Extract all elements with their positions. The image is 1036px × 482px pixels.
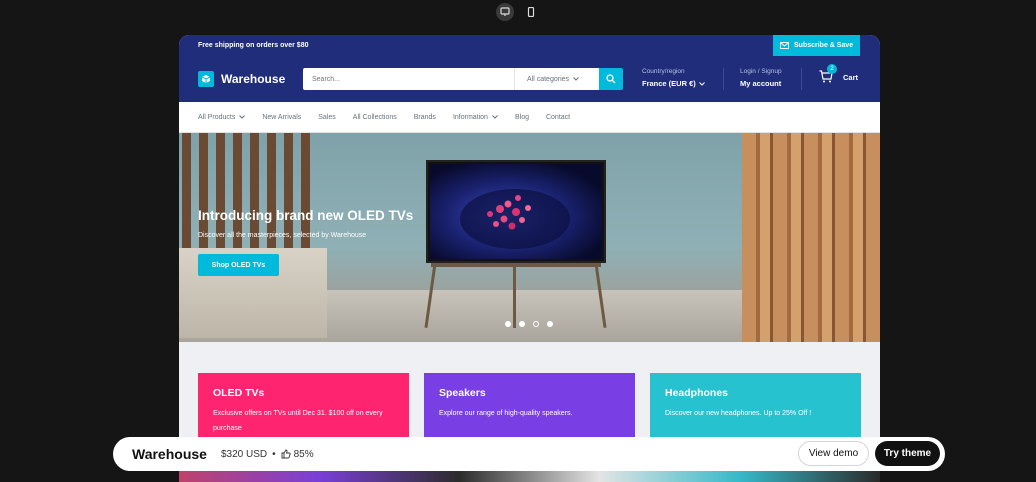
nav-item-contact[interactable]: Contact	[546, 114, 570, 121]
nav-item-brands[interactable]: Brands	[414, 114, 436, 121]
nav-label: Information	[452, 113, 488, 121]
shop-oled-button[interactable]: Shop OLED TVs	[198, 254, 279, 276]
theme-rating: 85%	[281, 449, 314, 460]
search-input[interactable]	[303, 68, 514, 90]
chevron-down-icon	[573, 77, 579, 81]
separator: •	[272, 448, 276, 460]
card-title: Headphones	[665, 387, 729, 399]
chevron-down-icon	[492, 115, 498, 119]
cart-count-badge: 2	[827, 64, 837, 74]
site-header: Warehouse All categories Country/region …	[179, 56, 880, 102]
card-description: Explore our range of high-quality speake…	[439, 410, 573, 417]
nav-label: Brands	[413, 113, 436, 121]
search-bar: All categories	[303, 68, 623, 90]
nav-label: All Products	[198, 113, 236, 121]
login-label: Login / Signup	[740, 68, 782, 75]
country-value: France (EUR €)	[642, 79, 696, 88]
slide-dot-active[interactable]	[533, 321, 539, 327]
chevron-down-icon	[239, 115, 246, 119]
nav-label: Sales	[318, 113, 336, 121]
nav-label: Blog	[514, 113, 529, 121]
preview-bottom-strip	[179, 471, 880, 482]
card-title: Speakers	[439, 387, 486, 399]
tv-image	[426, 160, 606, 263]
slideshow-dots	[505, 321, 553, 327]
header-divider	[723, 68, 724, 90]
hero-slideshow: Introducing brand new OLED TVs Discover …	[179, 133, 880, 342]
nav-label: All Collections	[352, 113, 397, 121]
tv-stand-leg	[513, 263, 516, 328]
header-divider	[801, 68, 802, 90]
nav-item-new-arrivals[interactable]: New Arrivals	[262, 114, 301, 121]
main-nav: All Products New Arrivals Sales All Coll…	[179, 102, 880, 133]
nav-label: Contact	[545, 113, 571, 121]
logo[interactable]: Warehouse	[198, 71, 285, 87]
subscribe-label: Subscribe & Save	[794, 42, 854, 49]
mail-icon	[780, 42, 789, 49]
nav-item-sales[interactable]: Sales	[318, 114, 336, 121]
try-theme-button[interactable]: Try theme	[875, 441, 940, 466]
monitor-icon	[500, 7, 510, 16]
card-title: OLED TVs	[213, 387, 265, 399]
view-demo-button[interactable]: View demo	[798, 441, 869, 466]
account-label: My account	[740, 79, 782, 88]
category-select[interactable]: All categories	[514, 68, 599, 90]
slide-dot[interactable]	[547, 321, 553, 327]
mobile-view-button[interactable]	[522, 3, 540, 21]
logo-text: Warehouse	[221, 72, 286, 86]
nav-item-all-products[interactable]: All Products	[198, 113, 246, 121]
desktop-view-button[interactable]	[496, 3, 514, 21]
search-icon	[606, 74, 616, 84]
cart-label: Cart	[843, 72, 859, 82]
card-description: Discover our new headphones. Up to 25% O…	[665, 410, 812, 417]
tv-stand	[431, 263, 601, 267]
nav-item-information[interactable]: Information	[453, 114, 498, 121]
theme-preview-frame: Free shipping on orders over $80 Subscri…	[179, 35, 880, 482]
chevron-down-icon	[698, 81, 705, 86]
box-icon	[198, 71, 214, 87]
theme-name: Warehouse	[132, 446, 207, 462]
announcement-bar: Free shipping on orders over $80 Subscri…	[179, 35, 880, 56]
cart-link[interactable]: 2 Cart	[819, 64, 859, 84]
hero-subtitle: Discover all the masterpieces, selected …	[198, 232, 367, 239]
wood-panel	[742, 133, 880, 342]
card-description: Exclusive offers on TVs until Dec 31. $1…	[213, 410, 383, 432]
nav-label: New Arrivals	[262, 113, 302, 121]
thumbs-up-icon	[281, 449, 291, 459]
slide-dot[interactable]	[505, 321, 511, 327]
slide-dot[interactable]	[519, 321, 525, 327]
country-selector[interactable]: Country/region France (EUR €)	[642, 68, 705, 88]
device-switch	[0, 3, 1036, 21]
phone-icon	[527, 7, 535, 17]
hero-title: Introducing brand new OLED TVs	[198, 208, 414, 223]
berries-image	[460, 189, 570, 249]
nav-item-blog[interactable]: Blog	[515, 114, 529, 121]
rating-value: 85%	[293, 448, 314, 460]
theme-price: $320 USD	[220, 448, 268, 460]
tv-screen	[430, 164, 602, 259]
subscribe-button[interactable]: Subscribe & Save	[773, 35, 860, 56]
account-link[interactable]: Login / Signup My account	[740, 68, 782, 88]
category-label: All categories	[527, 75, 570, 83]
announcement-text: Free shipping on orders over $80	[198, 42, 309, 49]
search-button[interactable]	[599, 68, 623, 90]
country-label: Country/region	[642, 68, 685, 75]
nav-item-all-collections[interactable]: All Collections	[353, 114, 397, 121]
theme-info-bar: Warehouse $320 USD • 85% View demo Try t…	[113, 437, 945, 471]
